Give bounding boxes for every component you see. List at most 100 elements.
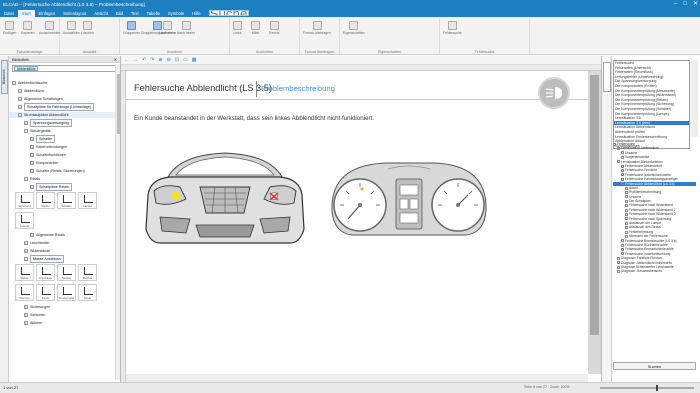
ribbon-button[interactable]: Nach vorne bbox=[159, 21, 176, 35]
close-icon[interactable]: ✕ bbox=[114, 56, 117, 63]
expand-toggle-icon[interactable]: + bbox=[30, 145, 34, 149]
expand-toggle-icon[interactable]: + bbox=[18, 97, 22, 101]
expand-toggle-icon[interactable]: + bbox=[30, 137, 34, 141]
symbol-tile[interactable]: Spule bbox=[78, 284, 97, 301]
menu-tab[interactable]: Ansicht bbox=[90, 10, 112, 17]
ribbon-button[interactable]: Löschen bbox=[81, 21, 94, 35]
page-list-scrollbar[interactable] bbox=[691, 60, 698, 137]
ribbon-button[interactable]: Eigenschaften bbox=[343, 21, 365, 35]
library-tree-item[interactable]: + Schalter bbox=[9, 135, 115, 143]
library-scrollbar[interactable] bbox=[115, 64, 120, 380]
maximize-button[interactable]: □ bbox=[683, 0, 687, 9]
ribbon-button[interactable]: Nach hinten bbox=[177, 21, 195, 35]
document-toolbar-icon[interactable]: ↶ bbox=[142, 57, 146, 63]
expand-toggle-icon[interactable]: + bbox=[24, 313, 28, 317]
symbol-tile[interactable]: Anschluss bbox=[36, 264, 55, 281]
library-tree-item[interactable]: + Kabelverbindungen bbox=[9, 144, 115, 150]
content-tree[interactable]: Fehlersuche Lernsituation Abblendlicht Urs… bbox=[613, 142, 696, 274]
menu-search-input[interactable] bbox=[208, 10, 249, 16]
document-toolbar-icon[interactable]: ▭ bbox=[183, 57, 188, 63]
library-tree-item[interactable]: − Abblendlichtsuche bbox=[9, 80, 115, 86]
zoom-slider[interactable] bbox=[600, 385, 694, 391]
ribbon-button[interactable]: Rechts bbox=[269, 21, 280, 35]
library-tree-item[interactable]: + Sensoren bbox=[9, 312, 115, 318]
menu-tab[interactable]: Seitenlayout bbox=[59, 10, 90, 17]
search-filter-tag[interactable]: Abblendlicht bbox=[14, 66, 39, 71]
document-horizontal-scrollbar[interactable] bbox=[126, 374, 588, 382]
symbol-tile[interactable]: Kondensator bbox=[57, 284, 76, 301]
library-tree-item[interactable]: − Steuergeräte bbox=[9, 128, 115, 134]
ribbon-button[interactable]: Kopieren bbox=[21, 21, 35, 35]
library-tree-item[interactable]: + Schalter (Relais, Sicherungen) bbox=[9, 168, 115, 174]
symbol-tile[interactable]: Diode bbox=[36, 284, 55, 301]
document-toolbar-icon[interactable]: ▦ bbox=[192, 57, 197, 63]
minimize-button[interactable]: – bbox=[674, 0, 677, 9]
scroll-thumb[interactable] bbox=[117, 74, 120, 134]
library-tree-item[interactable]: + Spannungsversorgung bbox=[9, 119, 115, 127]
ribbon-button[interactable]: Fehlersuche bbox=[443, 21, 462, 35]
expand-toggle-icon[interactable]: + bbox=[24, 249, 28, 253]
ribbon-button[interactable]: Einfügen bbox=[3, 21, 16, 35]
content-tree-item[interactable]: Diagnose: Gesamtübersicht bbox=[613, 269, 696, 273]
scroll-thumb[interactable] bbox=[590, 75, 599, 335]
document-vertical-scrollbar[interactable] bbox=[588, 71, 601, 374]
library-tree-item[interactable]: + Allgemeine Relais bbox=[9, 232, 115, 238]
menu-tab[interactable]: Symbole bbox=[164, 10, 188, 17]
library-tree-item[interactable]: − Abblendlicht bbox=[9, 88, 115, 94]
zoom-knob[interactable] bbox=[656, 385, 658, 391]
symbol-tile[interactable]: Leitung bbox=[15, 212, 34, 229]
library-tree-item[interactable]: + Widerstände bbox=[9, 248, 115, 254]
symbol-tile[interactable]: Klemme bbox=[15, 284, 34, 301]
symbol-tile[interactable]: Buchse bbox=[78, 264, 97, 281]
library-tree-item[interactable]: + Schalterfunktionen bbox=[9, 152, 115, 158]
expand-toggle-icon[interactable]: + bbox=[30, 169, 34, 173]
expand-toggle-icon[interactable]: − bbox=[18, 89, 22, 93]
library-tree-item[interactable]: − Masse Anschluss bbox=[9, 255, 115, 263]
search-button[interactable]: Suchen bbox=[613, 362, 696, 370]
menu-tab[interactable]: Start bbox=[17, 10, 35, 17]
tab-library[interactable]: Bibliothek bbox=[1, 60, 8, 94]
document-toolbar-icon[interactable]: → bbox=[133, 57, 138, 63]
expand-toggle-icon[interactable]: + bbox=[30, 161, 34, 165]
ribbon-button[interactable]: Gruppieren bbox=[123, 21, 140, 35]
ribbon-button[interactable]: Mitte bbox=[251, 21, 260, 35]
close-button[interactable]: ✕ bbox=[693, 0, 698, 9]
expand-toggle-icon[interactable]: + bbox=[24, 121, 28, 125]
expand-toggle-icon[interactable]: − bbox=[12, 81, 16, 85]
library-search-input[interactable]: Abblendlicht bbox=[12, 65, 117, 72]
expand-toggle-icon[interactable]: − bbox=[30, 185, 34, 189]
tab-navigation[interactable] bbox=[603, 62, 611, 92]
menu-tab[interactable]: Tabelle bbox=[143, 10, 164, 17]
menu-tab[interactable]: Datei bbox=[0, 10, 18, 17]
symbol-tile[interactable]: Schalter bbox=[57, 192, 76, 209]
expand-toggle-icon[interactable]: + bbox=[18, 105, 22, 109]
expand-toggle-icon[interactable]: − bbox=[24, 177, 28, 181]
library-tree-item[interactable]: + Aktoren bbox=[9, 320, 115, 326]
symbol-tile[interactable]: Sicherung bbox=[15, 192, 34, 209]
expand-toggle-icon[interactable]: + bbox=[24, 321, 28, 325]
expand-toggle-icon[interactable]: − bbox=[24, 257, 28, 261]
library-tree-item[interactable]: + Leuchtmittel bbox=[9, 240, 115, 246]
symbol-tile[interactable]: Lampe bbox=[78, 192, 97, 209]
expand-toggle-icon[interactable]: + bbox=[30, 153, 34, 157]
document-toolbar-icon[interactable]: ↷ bbox=[150, 57, 154, 63]
ribbon-button[interactable]: Auswählen bbox=[63, 21, 80, 35]
menu-tab[interactable]: Bild bbox=[112, 10, 127, 17]
document-toolbar-icon[interactable]: ⊕ bbox=[158, 57, 162, 63]
library-tree-item[interactable]: + Allgemeine Schaltungen bbox=[9, 96, 115, 102]
library-tree-item[interactable]: + Schaltpläne für Fahrzeuge (Lichtanlage) bbox=[9, 103, 115, 111]
menu-tab[interactable]: Einfügen bbox=[35, 10, 60, 17]
expand-toggle-icon[interactable]: − bbox=[24, 129, 28, 133]
document-page[interactable]: Fehlersuche Abblendlicht (LS 3.5) Proble… bbox=[126, 71, 588, 374]
menu-tab[interactable]: Hilfe bbox=[188, 10, 204, 17]
document-toolbar-icon[interactable]: ⊡ bbox=[175, 57, 179, 63]
symbol-tile[interactable]: Relais bbox=[36, 192, 55, 209]
ribbon-button[interactable]: Ausschneiden bbox=[39, 21, 60, 35]
menu-tab[interactable]: Text bbox=[127, 10, 143, 17]
document-toolbar-icon[interactable]: ← bbox=[124, 57, 129, 63]
library-tree-item[interactable]: − Schaltpläne Relais bbox=[9, 183, 115, 191]
library-tree-item[interactable]: + Sicherungen bbox=[9, 304, 115, 310]
symbol-tile[interactable]: Masse bbox=[15, 264, 34, 281]
symbol-tile[interactable]: Stecker bbox=[57, 264, 76, 281]
ribbon-button[interactable]: Links bbox=[233, 21, 242, 35]
